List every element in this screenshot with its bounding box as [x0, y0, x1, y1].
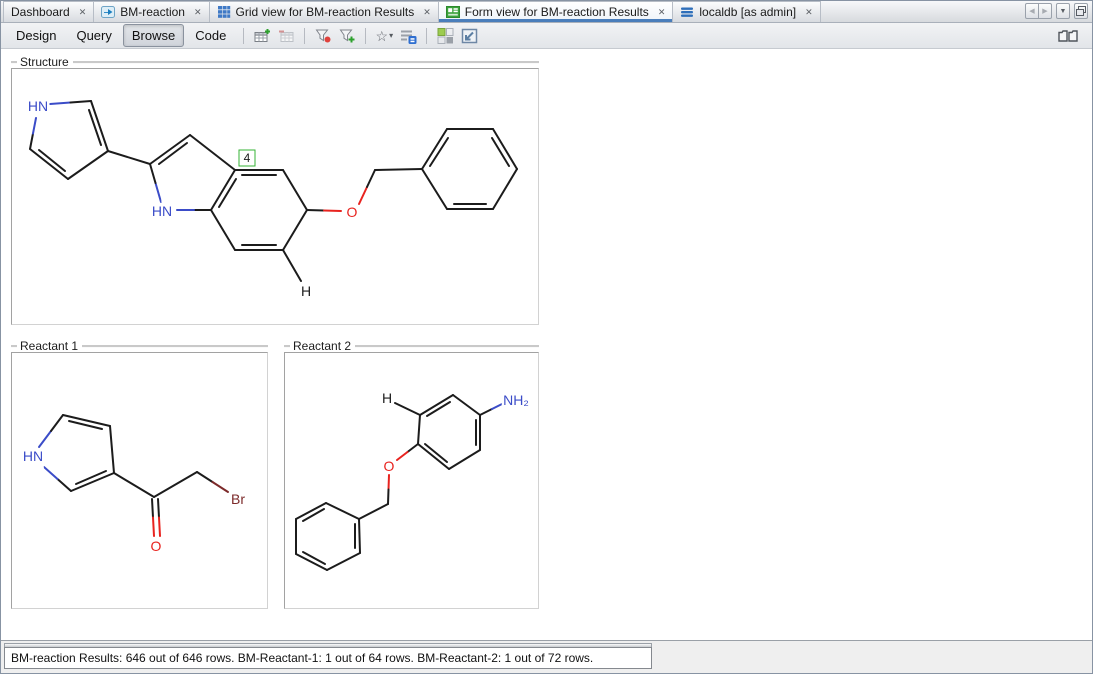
svg-text:HN: HN — [23, 448, 43, 464]
scroll-tabs-left-button[interactable]: ◀ — [1025, 3, 1039, 19]
tab-form-view-label: Form view for BM-reaction Results — [465, 5, 649, 19]
reactant1-panel-label: Reactant 1 — [17, 339, 82, 353]
svg-text:HN: HN — [28, 98, 48, 114]
close-icon[interactable]: ✕ — [79, 8, 87, 17]
reactant2-panel-label: Reactant 2 — [290, 339, 355, 353]
tab-localdb-label: localdb [as admin] — [699, 5, 796, 19]
tab-dashboard-label: Dashboard — [11, 5, 70, 19]
app-window: Dashboard ✕ BM-reaction ✕ Grid view for … — [0, 0, 1093, 674]
toolbar-separator — [304, 28, 305, 44]
resize-mode-icon[interactable] — [457, 26, 481, 46]
tab-bm-reaction-label: BM-reaction — [120, 5, 185, 19]
form-view-icon — [446, 5, 460, 19]
tab-form-view[interactable]: Form view for BM-reaction Results ✕ — [438, 1, 674, 22]
close-icon[interactable]: ✕ — [658, 8, 666, 17]
fields-list-icon[interactable] — [396, 26, 420, 46]
close-icon[interactable]: ✕ — [805, 8, 813, 17]
reactant1-molecule-canvas[interactable]: HN O Br — [11, 352, 268, 609]
structure-panel: Structure 4 HN HN O H — [11, 55, 539, 325]
form-view-area: Structure 4 HN HN O H Reactant 1 HN O Br React… — [1, 49, 1092, 639]
svg-text:O: O — [347, 204, 358, 220]
reactant2-molecule-canvas[interactable]: H NH₂ O — [284, 352, 539, 609]
svg-text:4: 4 — [244, 151, 251, 165]
tab-localdb[interactable]: localdb [as admin] ✕ — [672, 1, 820, 22]
mode-code-button[interactable]: Code — [186, 24, 235, 47]
form-toolbar: Design Query Browse Code ☆▾ — [1, 23, 1092, 49]
windows-palette-icon[interactable] — [1056, 26, 1080, 46]
remove-row-icon[interactable] — [274, 26, 298, 46]
toolbar-separator — [365, 28, 366, 44]
reactant1-panel-header: Reactant 1 — [11, 339, 268, 352]
widgets-icon[interactable] — [433, 26, 457, 46]
tab-navigation: ◀ ▶ ▼ — [1025, 3, 1088, 19]
add-filter-icon[interactable] — [335, 26, 359, 46]
add-row-icon[interactable] — [250, 26, 274, 46]
reaction-arrow-icon — [101, 5, 115, 19]
tab-list-dropdown-button[interactable]: ▼ — [1056, 3, 1070, 19]
status-bar: BM-reaction Results: 646 out of 646 rows… — [1, 640, 1092, 673]
mode-browse-button[interactable]: Browse — [123, 24, 184, 47]
reactant1-panel: Reactant 1 HN O Br — [11, 339, 268, 609]
reactant2-panel-header: Reactant 2 — [284, 339, 539, 352]
favorites-star-icon[interactable]: ☆▾ — [372, 26, 396, 46]
svg-text:H: H — [301, 283, 311, 299]
status-text: BM-reaction Results: 646 out of 646 rows… — [11, 651, 593, 665]
document-tabbar: Dashboard ✕ BM-reaction ✕ Grid view for … — [1, 1, 1092, 23]
structure-panel-label: Structure — [17, 55, 73, 69]
svg-text:Br: Br — [231, 491, 245, 507]
chevron-down-icon: ▾ — [389, 31, 393, 40]
scroll-tabs-right-button[interactable]: ▶ — [1038, 3, 1052, 19]
structure-panel-header: Structure — [11, 55, 539, 68]
tab-grid-view[interactable]: Grid view for BM-reaction Results ✕ — [209, 1, 439, 22]
mode-design-button[interactable]: Design — [7, 24, 65, 47]
tab-grid-view-label: Grid view for BM-reaction Results — [236, 5, 415, 19]
toolbar-separator — [243, 28, 244, 44]
reactant2-panel: Reactant 2 H NH₂ O — [284, 339, 539, 609]
close-icon[interactable]: ✕ — [423, 8, 431, 17]
maximize-window-button[interactable] — [1074, 3, 1088, 19]
structure-molecule-canvas[interactable]: 4 HN HN O H — [11, 68, 539, 325]
grid-view-icon — [217, 5, 231, 19]
svg-text:H: H — [382, 390, 392, 406]
filter-icon[interactable] — [311, 26, 335, 46]
tab-bm-reaction[interactable]: BM-reaction ✕ — [93, 1, 209, 22]
svg-text:O: O — [151, 538, 162, 554]
svg-text:O: O — [384, 458, 395, 474]
mode-query-button[interactable]: Query — [67, 24, 120, 47]
svg-text:HN: HN — [152, 203, 172, 219]
toolbar-separator — [426, 28, 427, 44]
close-icon[interactable]: ✕ — [194, 8, 202, 17]
status-message: BM-reaction Results: 646 out of 646 rows… — [4, 647, 652, 669]
database-icon — [680, 5, 694, 19]
tab-dashboard[interactable]: Dashboard ✕ — [3, 1, 94, 22]
svg-text:NH₂: NH₂ — [503, 392, 529, 408]
